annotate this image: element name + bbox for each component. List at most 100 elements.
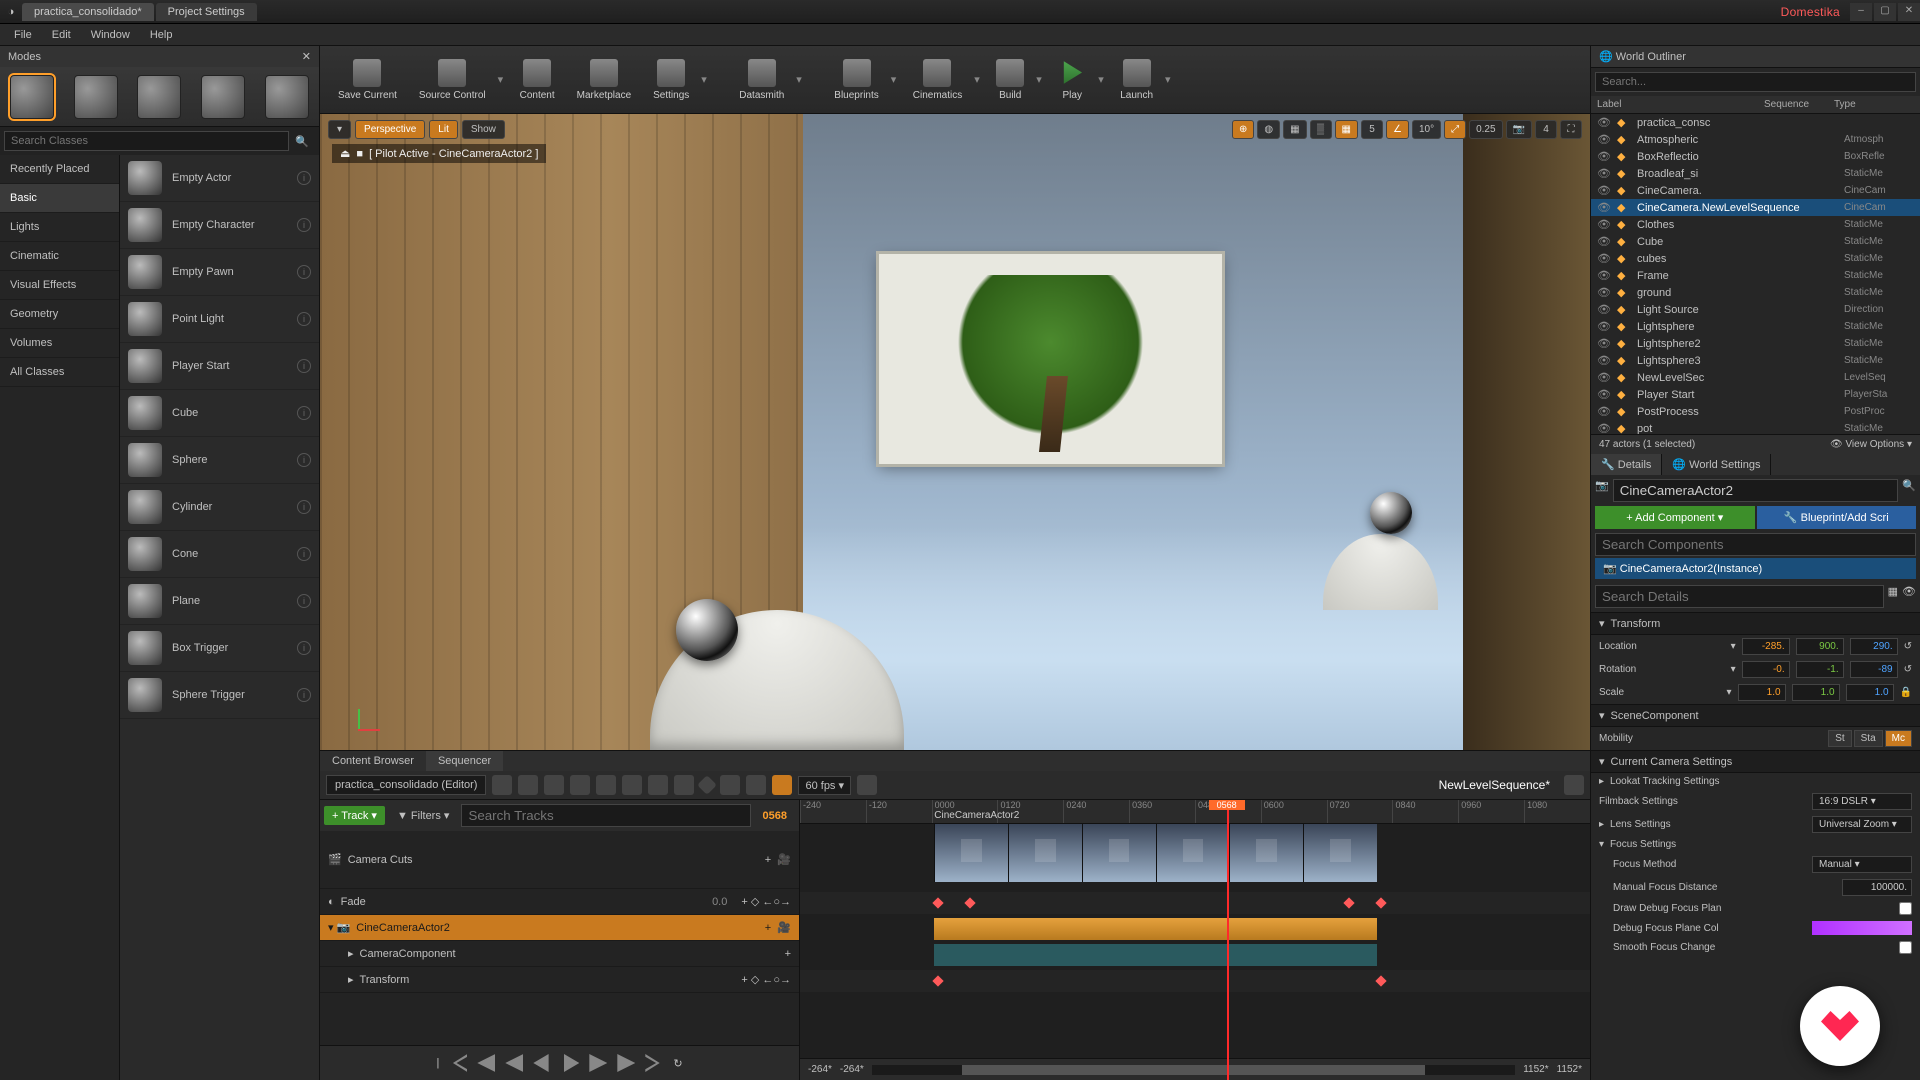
scale-toggle-icon[interactable]: ⤢ (1444, 120, 1466, 139)
info-icon[interactable]: i (297, 312, 311, 326)
auto-key-icon[interactable] (720, 775, 740, 795)
save-sequence-icon[interactable] (492, 775, 512, 795)
camera-component-lane[interactable] (934, 944, 1376, 966)
window-minimize-button[interactable]: – (1850, 3, 1872, 21)
visibility-icon[interactable]: 👁 (1597, 320, 1611, 333)
plus-icon[interactable]: + (785, 948, 791, 960)
globe-icon[interactable]: ◍ (1257, 120, 1280, 139)
visibility-icon[interactable]: 👁 (1597, 422, 1611, 434)
col-type[interactable]: Type (1834, 99, 1914, 110)
playback-options-icon[interactable] (648, 775, 668, 795)
actor-cube[interactable]: Cubei (120, 390, 319, 437)
eye-icon[interactable]: 👁 (1902, 585, 1916, 608)
cat-cinematic[interactable]: Cinematic (0, 242, 119, 271)
cat-basic[interactable]: Basic (0, 184, 119, 213)
curve-editor-icon[interactable] (857, 775, 877, 795)
rotation-y[interactable] (1796, 661, 1844, 678)
lock-scale-icon[interactable]: 🔒 (1900, 687, 1912, 698)
play-forward-icon[interactable] (561, 1054, 579, 1072)
draw-debug-checkbox[interactable] (1899, 902, 1912, 915)
section-scene-component[interactable]: ▾ SceneComponent (1591, 704, 1920, 727)
section-camera-settings[interactable]: ▾ Current Camera Settings (1591, 750, 1920, 773)
current-frame[interactable]: 0568 (755, 810, 795, 822)
fade-lane[interactable] (800, 892, 1590, 914)
tab-world-settings[interactable]: 🌐 World Settings (1662, 454, 1771, 475)
save-button[interactable]: Save Current (328, 55, 407, 105)
range-start[interactable]: -264* (808, 1064, 832, 1075)
rotation-z[interactable] (1850, 661, 1898, 678)
play-reverse-icon[interactable] (533, 1054, 551, 1072)
key-all-icon[interactable] (698, 775, 718, 795)
component-instance[interactable]: 📷 CineCameraActor2(Instance) (1595, 558, 1916, 579)
actor-sphere[interactable]: Spherei (120, 437, 319, 484)
track-camera-cuts[interactable]: 🎬 Camera Cuts + 🎥 (320, 831, 799, 889)
location-z[interactable] (1850, 638, 1898, 655)
search-components-input[interactable] (1595, 533, 1916, 556)
window-maximize-button[interactable]: ▢ (1874, 3, 1896, 21)
actor-plane[interactable]: Planei (120, 578, 319, 625)
filters-button[interactable]: ▼ Filters ▾ (389, 806, 457, 825)
expand-icon[interactable]: ▸ (1599, 776, 1604, 787)
col-label[interactable]: Label (1597, 99, 1764, 110)
scale-y[interactable] (1792, 684, 1840, 701)
go-to-end-icon[interactable] (645, 1054, 663, 1072)
cinecamera-lane[interactable] (934, 918, 1376, 940)
info-icon[interactable]: i (297, 547, 311, 561)
visibility-icon[interactable]: 👁 (1597, 116, 1611, 129)
sequence-path[interactable]: practica_consolidado (Editor) (326, 775, 486, 795)
outliner-row[interactable]: 👁◆CineCamera.CineCam (1591, 182, 1920, 199)
tab-details[interactable]: 🔧 Details (1591, 454, 1662, 475)
visibility-icon[interactable]: 👁 (1597, 303, 1611, 316)
view-options-icon[interactable] (622, 775, 642, 795)
grid-toggle-icon[interactable]: ▦ (1335, 120, 1358, 139)
add-track-button[interactable]: + Track ▾ (324, 806, 385, 825)
info-icon[interactable]: i (297, 265, 311, 279)
info-icon[interactable]: i (297, 359, 311, 373)
edit-options-icon[interactable] (746, 775, 766, 795)
actor-empty-actor[interactable]: Empty Actori (120, 155, 319, 202)
camera-speed[interactable]: 4 (1535, 120, 1557, 139)
camera-icon[interactable] (570, 775, 590, 795)
visibility-icon[interactable]: 👁 (1597, 184, 1611, 197)
outliner-row[interactable]: 👁◆Broadleaf_siStaticMe (1591, 165, 1920, 182)
outliner-row[interactable]: 👁◆FrameStaticMe (1591, 267, 1920, 284)
focus-method-dropdown[interactable]: Manual ▾ (1812, 856, 1912, 873)
viewport-dropdown[interactable]: ▾ (328, 120, 351, 139)
outliner-row[interactable]: 👁◆NewLevelSecLevelSeq (1591, 369, 1920, 386)
actor-player-start[interactable]: Player Starti (120, 343, 319, 390)
mode-geometry-icon[interactable] (265, 75, 309, 119)
property-matrix-icon[interactable]: ▦ (1888, 585, 1898, 608)
outliner-row[interactable]: 👁◆practica_consc (1591, 114, 1920, 131)
mobility-stationary[interactable]: Sta (1854, 730, 1883, 747)
search-details-input[interactable] (1595, 585, 1884, 608)
outliner-row[interactable]: 👁◆Player StartPlayerSta (1591, 386, 1920, 403)
file-tab-2[interactable]: Project Settings (156, 3, 257, 21)
info-icon[interactable]: i (297, 171, 311, 185)
outliner-row[interactable]: 👁◆Lightsphere3StaticMe (1591, 352, 1920, 369)
mode-foliage-icon[interactable] (201, 75, 245, 119)
scale-z[interactable] (1846, 684, 1894, 701)
playhead-flag[interactable]: 0568 (1209, 800, 1245, 810)
outliner-row[interactable]: 👁◆PostProcessPostProc (1591, 403, 1920, 420)
visibility-icon[interactable]: 👁 (1597, 133, 1611, 146)
visibility-icon[interactable]: 👁 (1597, 354, 1611, 367)
search-classes-input[interactable] (4, 131, 289, 151)
snapping-icon[interactable] (772, 775, 792, 795)
outliner-row[interactable]: 👁◆cubesStaticMe (1591, 250, 1920, 267)
track-cinecamera[interactable]: ▾ 📷CineCameraActor2 + 🎥 (320, 915, 799, 941)
go-to-start-icon[interactable] (449, 1054, 467, 1072)
cinematics-button[interactable]: Cinematics (903, 55, 972, 105)
cat-geometry[interactable]: Geometry (0, 300, 119, 329)
actor-name-input[interactable] (1613, 479, 1899, 502)
outliner-row[interactable]: 👁◆Lightsphere2StaticMe (1591, 335, 1920, 352)
info-icon[interactable]: i (297, 500, 311, 514)
cat-all-classes[interactable]: All Classes (0, 358, 119, 387)
scale-x[interactable] (1738, 684, 1786, 701)
outliner-row[interactable]: 👁◆potStaticMe (1591, 420, 1920, 434)
actor-empty-character[interactable]: Empty Characteri (120, 202, 319, 249)
content-button[interactable]: Content (510, 55, 565, 105)
plus-icon[interactable]: + ◇ ←○→ (741, 973, 791, 986)
build-button[interactable]: Build (986, 55, 1034, 105)
menu-edit[interactable]: Edit (44, 27, 79, 43)
stop-icon[interactable]: ■ (356, 148, 363, 160)
